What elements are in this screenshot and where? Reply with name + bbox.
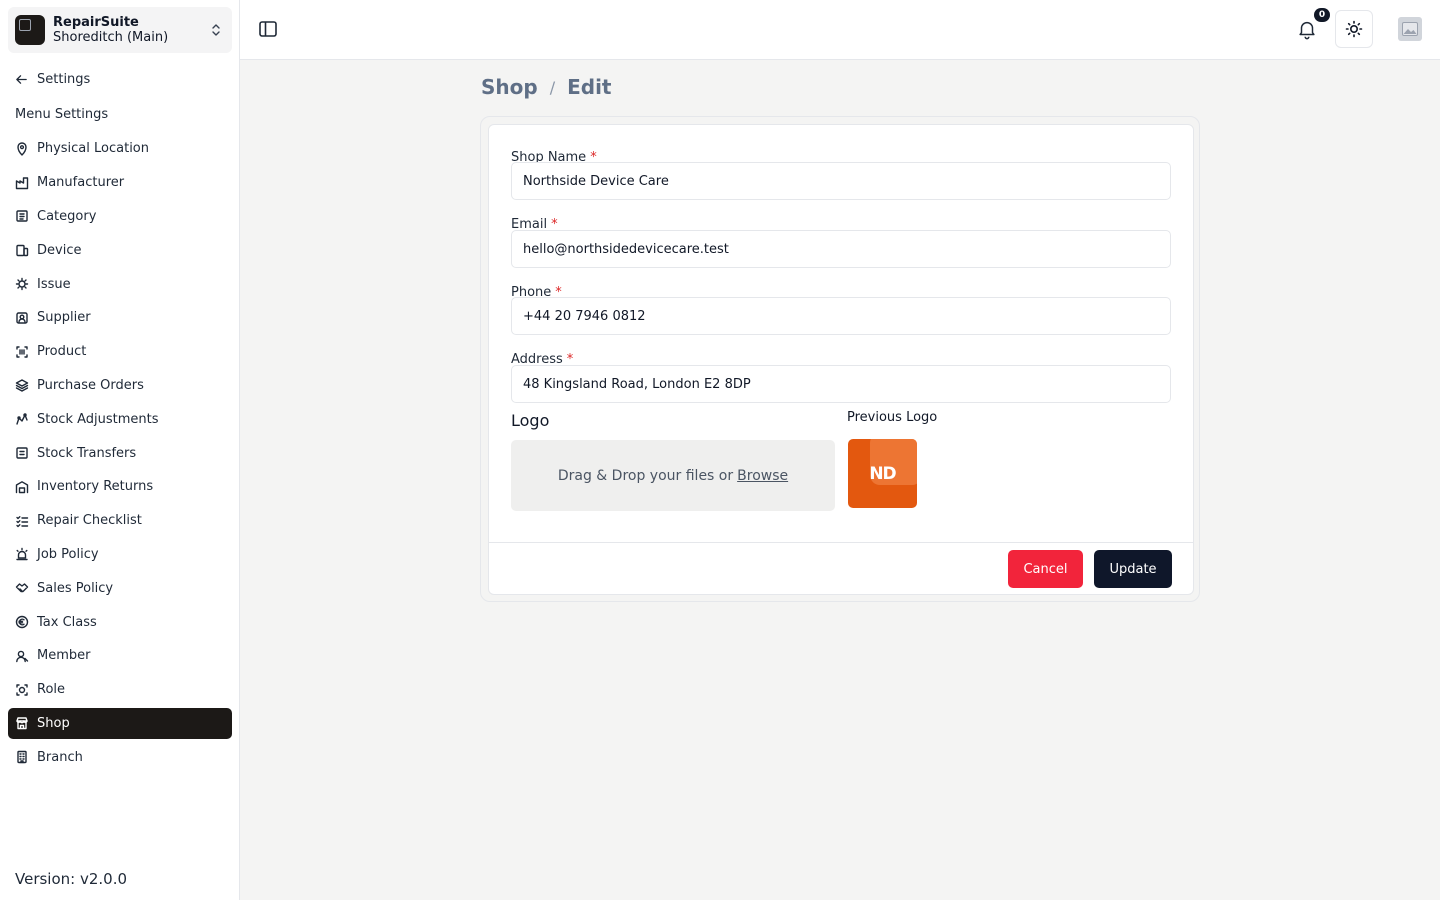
shop-switcher[interactable]: RepairSuite Shoreditch (Main) bbox=[8, 7, 232, 53]
sidebar-item-label: Job Policy bbox=[37, 546, 99, 562]
chevron-up-down-icon bbox=[212, 24, 220, 36]
browse-link[interactable]: Browse bbox=[737, 468, 788, 484]
shop-edit-form: Shop Name* Email* Phone* Address* Logo D… bbox=[488, 124, 1194, 595]
handshake-icon bbox=[15, 583, 29, 593]
sidebar-item-device[interactable]: Device bbox=[8, 233, 232, 267]
sidebar-item-label: Stock Transfers bbox=[37, 445, 137, 461]
brand-name: RepairSuite bbox=[53, 15, 139, 30]
email-input[interactable] bbox=[511, 230, 1171, 268]
notification-badge: 0 bbox=[1314, 8, 1330, 22]
supplier-icon bbox=[16, 312, 28, 324]
back-to-settings-link[interactable]: Settings bbox=[15, 72, 90, 87]
sidebar-item-shop[interactable]: Shop bbox=[8, 707, 232, 739]
issue-icon bbox=[15, 277, 29, 291]
version-label: Version: v2.0.0 bbox=[15, 870, 128, 888]
sidebar-item-label: Purchase Orders bbox=[37, 377, 144, 393]
building-icon bbox=[17, 751, 27, 764]
sidebar-item-label: Shop bbox=[37, 715, 70, 731]
previous-logo-label: Previous Logo bbox=[847, 410, 938, 425]
phone-input[interactable] bbox=[511, 297, 1171, 335]
sidebar-item-label: Product bbox=[37, 344, 87, 360]
location-icon bbox=[17, 142, 27, 156]
member-icon bbox=[16, 650, 29, 663]
sidebar-item-inventory-returns[interactable]: Inventory Returns bbox=[8, 470, 232, 504]
breadcrumb-separator: / bbox=[549, 77, 556, 97]
logo-dropzone[interactable]: Drag & Drop your files or Browse bbox=[511, 440, 835, 511]
sidebar-item-label: Inventory Returns bbox=[37, 479, 154, 495]
back-label: Settings bbox=[37, 72, 91, 87]
arrow-left-icon bbox=[16, 75, 27, 84]
address-input[interactable] bbox=[511, 365, 1171, 403]
factory-icon bbox=[15, 176, 29, 189]
sidebar-item-branch[interactable]: Branch bbox=[8, 740, 232, 774]
breadcrumb: Shop / Edit bbox=[481, 75, 612, 99]
sidebar-toggle-icon[interactable] bbox=[258, 19, 278, 39]
checklist-icon bbox=[16, 515, 29, 527]
bell-icon[interactable] bbox=[1296, 18, 1318, 40]
category-icon bbox=[16, 210, 28, 223]
sidebar-item-job-policy[interactable]: Job Policy bbox=[8, 538, 232, 572]
update-button[interactable]: Update bbox=[1094, 550, 1172, 588]
sidebar-item-stock-transfers[interactable]: Stock Transfers bbox=[8, 436, 232, 470]
image-placeholder-icon bbox=[1402, 22, 1418, 36]
sidebar-item-repair-checklist[interactable]: Repair Checklist bbox=[8, 504, 232, 538]
sidebar-item-label: Role bbox=[37, 682, 66, 698]
layers-icon bbox=[15, 379, 29, 393]
sidebar-item-supplier[interactable]: Supplier bbox=[8, 301, 232, 335]
store-icon bbox=[16, 717, 28, 730]
logo-label: Logo bbox=[511, 411, 550, 430]
sidebar-item-label: Sales Policy bbox=[37, 580, 114, 596]
breadcrumb-shop[interactable]: Shop bbox=[481, 75, 538, 99]
barcode-icon bbox=[16, 345, 28, 358]
topbar: 0 bbox=[240, 0, 1440, 60]
breadcrumb-edit: Edit bbox=[567, 75, 612, 99]
form-footer-divider bbox=[489, 542, 1193, 543]
shop-edit-panel: Shop Name* Email* Phone* Address* Logo D… bbox=[480, 116, 1200, 602]
transfer-icon bbox=[16, 447, 28, 459]
shop-name-input[interactable] bbox=[511, 162, 1171, 200]
adjustments-icon bbox=[16, 413, 28, 425]
sidebar-item-label: Issue bbox=[37, 276, 71, 292]
menu-heading: Menu Settings bbox=[15, 107, 109, 122]
sidebar-item-label: Tax Class bbox=[37, 614, 97, 630]
sun-icon bbox=[1345, 20, 1363, 38]
sidebar-item-label: Device bbox=[37, 242, 82, 258]
sidebar-item-category[interactable]: Category bbox=[8, 200, 232, 234]
sidebar-item-member[interactable]: Member bbox=[8, 639, 232, 673]
warehouse-icon bbox=[15, 480, 29, 494]
siren-icon bbox=[16, 548, 28, 561]
sidebar-item-label: Branch bbox=[37, 749, 83, 765]
sidebar-item-label: Physical Location bbox=[37, 141, 149, 157]
sidebar-item-label: Repair Checklist bbox=[37, 513, 142, 529]
previous-logo-image: ND bbox=[848, 439, 917, 508]
sidebar-item-label: Supplier bbox=[37, 310, 91, 326]
sidebar-item-label: Category bbox=[37, 208, 97, 224]
theme-toggle-button[interactable] bbox=[1335, 10, 1373, 48]
branch-name: Shoreditch (Main) bbox=[53, 30, 169, 45]
sidebar-item-sales-policy[interactable]: Sales Policy bbox=[8, 571, 232, 605]
dropzone-text: Drag & Drop your files or bbox=[557, 467, 734, 484]
sidebar-item-issue[interactable]: Issue bbox=[8, 267, 232, 301]
role-icon bbox=[16, 683, 28, 696]
previous-logo-initials: ND bbox=[869, 463, 896, 484]
sidebar-item-manufacturer[interactable]: Manufacturer bbox=[8, 166, 232, 200]
euro-icon bbox=[15, 615, 29, 629]
sidebar-item-tax-class[interactable]: Tax Class bbox=[8, 605, 232, 639]
sidebar-item-label: Member bbox=[37, 648, 91, 664]
sidebar-item-product[interactable]: Product bbox=[8, 335, 232, 369]
cancel-button[interactable]: Cancel bbox=[1008, 550, 1083, 588]
settings-nav: Physical Location Manufacturer Category Dev… bbox=[8, 132, 232, 774]
sidebar-item-stock-adjustments[interactable]: Stock Adjustments bbox=[8, 402, 232, 436]
sidebar-item-label: Stock Adjustments bbox=[37, 411, 159, 427]
shop-logo bbox=[15, 15, 45, 45]
sidebar-item-role[interactable]: Role bbox=[8, 673, 232, 707]
user-avatar[interactable] bbox=[1398, 17, 1422, 41]
device-icon bbox=[16, 245, 29, 257]
sidebar-item-purchase-orders[interactable]: Purchase Orders bbox=[8, 369, 232, 403]
sidebar: RepairSuite Shoreditch (Main) Settings M… bbox=[0, 0, 240, 900]
sidebar-item-physical-location[interactable]: Physical Location bbox=[8, 132, 232, 166]
sidebar-item-label: Manufacturer bbox=[37, 175, 125, 191]
